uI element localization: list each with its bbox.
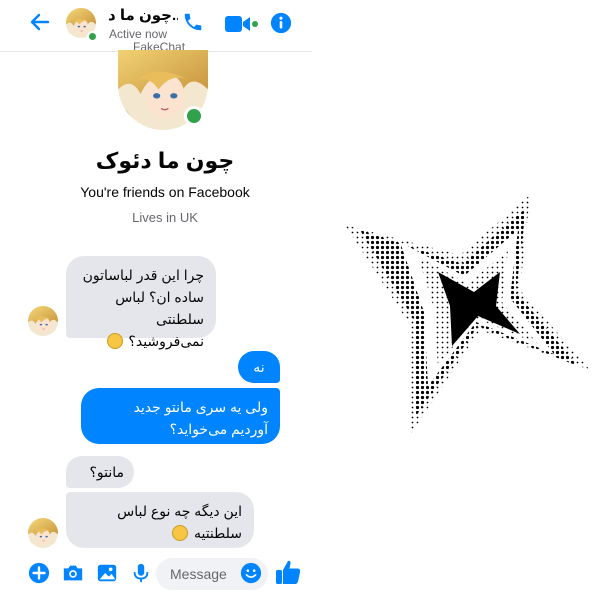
- video-icon[interactable]: [224, 13, 258, 35]
- chat-header: چون ما د... Active now FakeChat: [0, 0, 312, 54]
- message-text: ولی یه سری مانتو جدید آوردیم می‌خواید؟: [133, 399, 268, 437]
- message-bubble-outgoing[interactable]: نه: [238, 351, 280, 383]
- online-indicator: [87, 31, 98, 42]
- message-bubble-incoming[interactable]: این دیگه چه نوع لباس سلطنتیه: [66, 492, 254, 548]
- message-text: نه: [253, 359, 265, 375]
- location-text: Lives in UK: [132, 210, 198, 225]
- face-with-hand-over-mouth-icon: [172, 525, 189, 541]
- message-text: چرا این قدر لباساتون ساده ان؟ لباس سلطنت…: [82, 267, 204, 349]
- like-thumb-icon[interactable]: [274, 558, 302, 586]
- info-icon[interactable]: [270, 12, 292, 34]
- message-avatar[interactable]: [28, 306, 58, 336]
- back-arrow-icon[interactable]: [28, 10, 52, 34]
- camera-icon[interactable]: [62, 562, 84, 584]
- profile-name: چون ما دئوک: [95, 148, 235, 173]
- friends-text: You're friends on Facebook: [80, 184, 250, 200]
- contact-name[interactable]: چون ما د...: [108, 6, 178, 24]
- halftone-star-graphic: [345, 195, 590, 435]
- slightly-frowning-face-icon: [106, 333, 123, 349]
- chat-window: چون ما د... Active now FakeChat چون ما د…: [0, 0, 312, 600]
- online-indicator-large: [184, 106, 204, 126]
- emoji-icon[interactable]: [240, 562, 262, 584]
- phone-icon[interactable]: [182, 11, 204, 33]
- message-bubble-incoming[interactable]: مانتو؟: [66, 456, 134, 488]
- microphone-icon[interactable]: [130, 562, 152, 584]
- active-status: Active now: [109, 27, 168, 41]
- image-icon[interactable]: [96, 562, 118, 584]
- message-composer: Message: [0, 556, 312, 592]
- message-input-placeholder: Message: [170, 566, 227, 582]
- message-bubble-incoming[interactable]: چرا این قدر لباساتون ساده ان؟ لباس سلطنت…: [66, 256, 216, 349]
- message-avatar[interactable]: [28, 518, 58, 548]
- add-circle-icon[interactable]: [28, 562, 50, 584]
- message-text: مانتو؟: [89, 464, 124, 480]
- message-bubble-outgoing[interactable]: ولی یه سری مانتو جدید آوردیم می‌خواید؟: [81, 388, 280, 444]
